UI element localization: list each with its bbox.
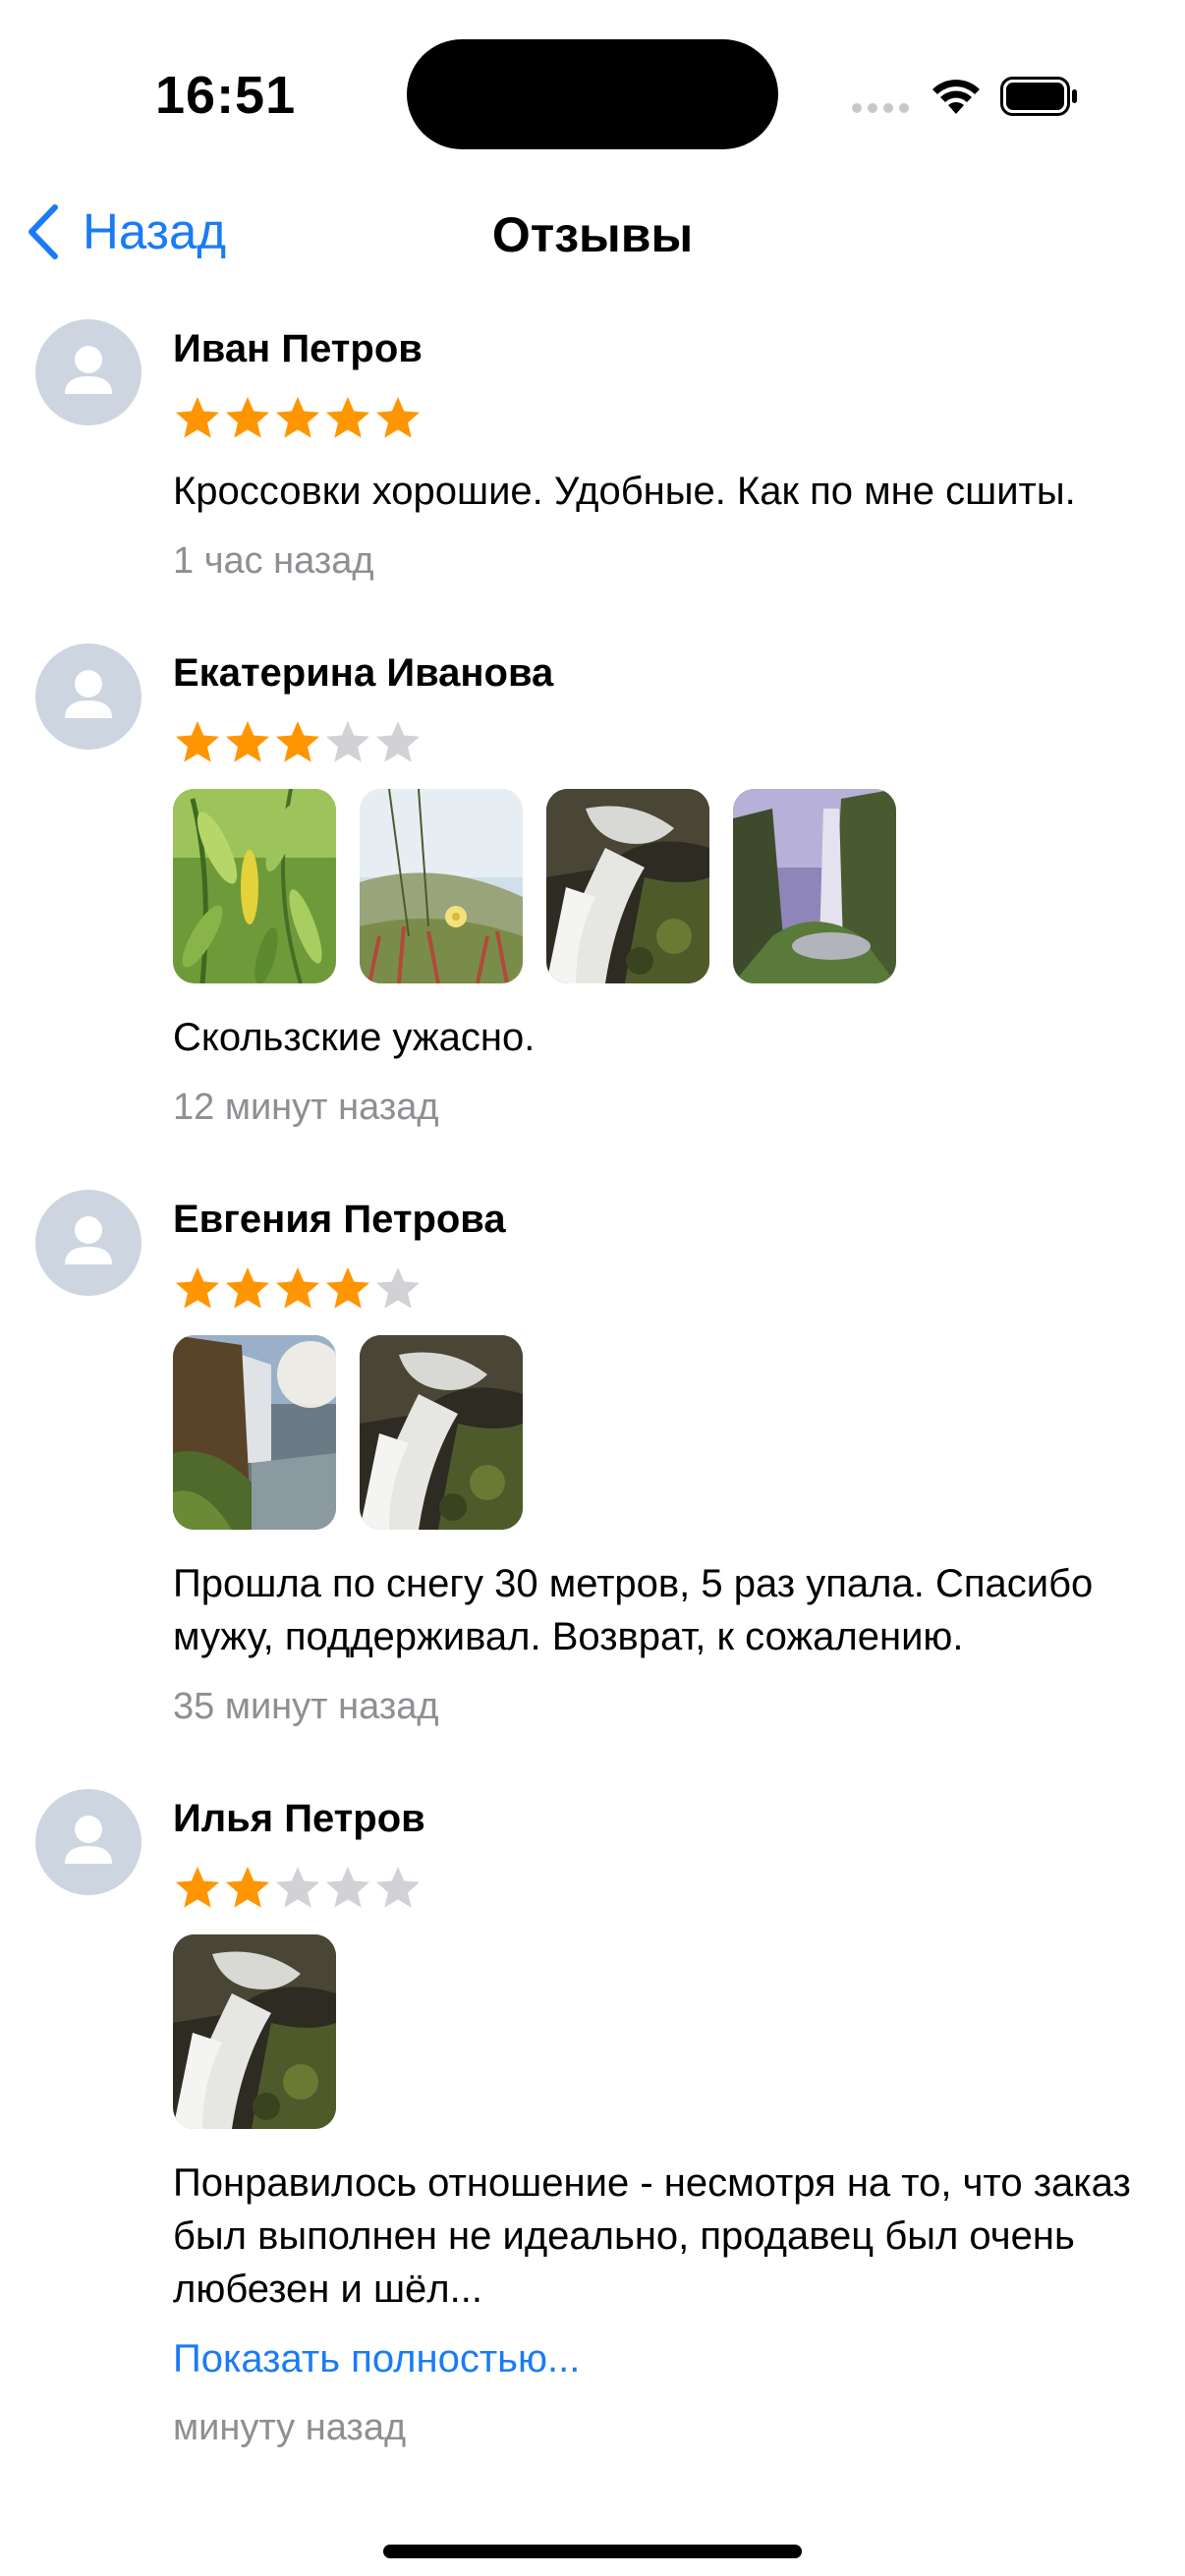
review-text: Прошла по снегу 30 метров, 5 раз упала. …	[173, 1562, 1094, 1658]
avatar	[35, 644, 141, 750]
person-icon	[65, 1216, 112, 1264]
review-author: Иван Петров	[173, 327, 423, 370]
star-filled-icon	[226, 1867, 269, 1908]
waterfall-rocks-photo	[173, 1934, 336, 2129]
star-empty-icon	[376, 721, 420, 762]
waterfall-rocks-photo	[546, 789, 709, 983]
review-text: Кроссовки хорошие. Удобные. Как по мне с…	[173, 470, 1076, 513]
star-filled-icon	[276, 721, 319, 762]
star-empty-icon	[376, 1867, 420, 1908]
star-filled-icon	[176, 1867, 219, 1908]
review-author: Илья Петров	[173, 1797, 425, 1840]
avatar	[35, 1190, 141, 1296]
navigation-bar: Назад Отзывы	[0, 187, 1185, 281]
star-empty-icon	[326, 721, 369, 762]
star-filled-icon	[226, 397, 269, 438]
dynamic-island	[407, 39, 778, 149]
waterfall-lake-photo	[173, 1335, 336, 1530]
review-photo[interactable]	[173, 1934, 336, 2129]
cellular-signal-icon	[852, 103, 909, 113]
star-filled-icon	[326, 397, 369, 438]
grass-flower-photo	[360, 789, 523, 983]
waterfall-rocks-photo	[360, 1335, 523, 1530]
review-text: Скользские ужасно.	[173, 1016, 536, 1059]
review-item: Екатерина Иванова Скользские ужасно. 12 …	[0, 644, 1185, 1131]
review-photo[interactable]	[360, 1335, 523, 1530]
review-photo[interactable]	[173, 789, 336, 983]
review-photo[interactable]	[360, 789, 523, 983]
review-text: Понравилось отношение - несмотря на то, …	[173, 2161, 1131, 2311]
wifi-icon	[932, 80, 980, 114]
review-photos	[173, 789, 1146, 983]
review-time: 12 минут назад	[173, 1087, 439, 1128]
status-time: 16:51	[155, 66, 297, 125]
star-rating	[173, 394, 1146, 443]
home-indicator[interactable]	[383, 2545, 802, 2558]
waterfall-cliff-photo	[733, 789, 896, 983]
review-photo[interactable]	[546, 789, 709, 983]
review-time: 1 час назад	[173, 540, 374, 582]
avatar	[35, 1789, 141, 1895]
star-filled-icon	[326, 1267, 369, 1309]
status-bar: 16:51	[0, 0, 1185, 177]
star-filled-icon	[276, 1267, 319, 1309]
review-author: Екатерина Иванова	[173, 651, 554, 695]
person-icon	[65, 1816, 112, 1864]
star-filled-icon	[226, 1267, 269, 1309]
review-photo[interactable]	[173, 1335, 336, 1530]
star-filled-icon	[226, 721, 269, 762]
star-filled-icon	[176, 1267, 219, 1309]
page-title: Отзывы	[491, 207, 694, 262]
review-time: 35 минут назад	[173, 1686, 439, 1727]
star-rating	[173, 1264, 1146, 1314]
leaves-photo	[173, 789, 336, 983]
star-filled-icon	[176, 721, 219, 762]
review-photos	[173, 1335, 1146, 1530]
star-filled-icon	[376, 397, 420, 438]
battery-icon	[1000, 77, 1077, 116]
person-icon	[65, 670, 112, 718]
review-item: Евгения Петрова Прошла по снегу 30 метро…	[0, 1190, 1185, 1730]
star-filled-icon	[176, 397, 219, 438]
person-icon	[65, 346, 112, 394]
review-time: минуту назад	[173, 2407, 407, 2448]
show-more-link[interactable]: Показать полностью...	[173, 2333, 1146, 2384]
star-empty-icon	[276, 1867, 319, 1908]
star-rating	[173, 1864, 1146, 1913]
reviews-list[interactable]: Иван Петров Кроссовки хорошие. Удобные. …	[0, 319, 1185, 2486]
review-photo[interactable]	[733, 789, 896, 983]
review-photos	[173, 1934, 1146, 2129]
star-filled-icon	[276, 397, 319, 438]
review-item: Илья Петров Понравилось отношение - несм…	[0, 1789, 1185, 2451]
review-author: Евгения Петрова	[173, 1198, 506, 1241]
star-empty-icon	[376, 1267, 420, 1309]
star-rating	[173, 718, 1146, 767]
star-empty-icon	[326, 1867, 369, 1908]
review-item: Иван Петров Кроссовки хорошие. Удобные. …	[0, 319, 1185, 585]
avatar	[35, 319, 141, 425]
